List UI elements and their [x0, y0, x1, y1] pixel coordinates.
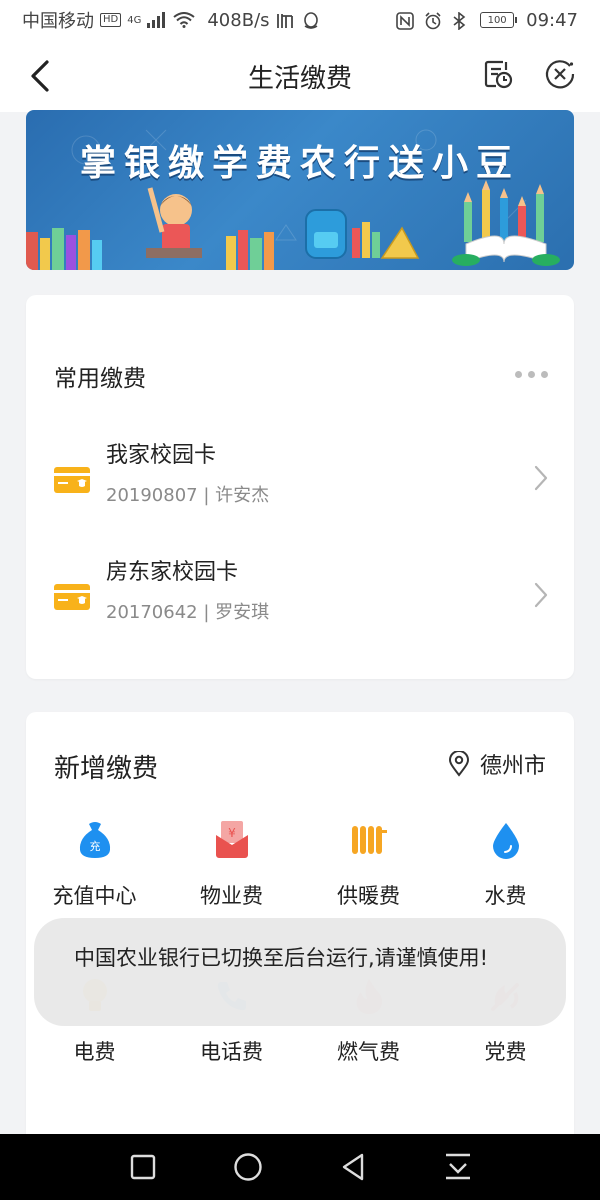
- bill-account: 20170642 | 罗安琪: [106, 602, 270, 623]
- city-name: 德州市: [479, 754, 546, 779]
- app-header: 生活缴费: [0, 40, 600, 112]
- grid-label: 物业费: [200, 884, 263, 908]
- grid-label: 供暖费: [337, 884, 400, 908]
- close-circle-icon: [545, 60, 575, 89]
- background-warning-toast: 中国农业银行已切换至后台运行,请谨慎使用!: [34, 918, 566, 1026]
- alarm-icon: [424, 12, 444, 30]
- promo-banner[interactable]: 掌银缴学费农行送小豆: [26, 110, 574, 270]
- square-icon: [130, 1154, 155, 1180]
- clock: 09:47: [526, 9, 578, 31]
- network-type: 4G: [127, 14, 142, 26]
- listen-icon: [276, 12, 296, 28]
- yen-sign: ¥: [228, 826, 236, 840]
- pull-down-icon: [445, 1153, 470, 1180]
- recharge-center-item[interactable]: 充 充值中心: [26, 820, 163, 910]
- water-drop-icon: [492, 823, 519, 859]
- banner-title: 掌银缴学费农行送小豆: [79, 143, 520, 184]
- system-nav-bar: [0, 1134, 600, 1200]
- bill-history-icon: [484, 60, 513, 89]
- common-bills-title: 常用缴费: [54, 366, 146, 392]
- grid-label: 电费: [73, 1040, 116, 1064]
- circle-icon: [233, 1153, 262, 1181]
- hd-badge: HD: [100, 13, 122, 27]
- qq-icon: [302, 12, 322, 29]
- location-pin-icon: [448, 751, 469, 777]
- chevron-right-icon: [534, 465, 548, 491]
- back-nav-button[interactable]: [333, 1147, 373, 1187]
- recharge-bag-icon: 充: [79, 822, 110, 858]
- recharge-char: 充: [89, 839, 100, 853]
- common-bill-row[interactable]: 我家校园卡 20190807 | 许安杰: [26, 425, 574, 535]
- bill-account: 20190807 | 许安杰: [106, 485, 270, 506]
- battery-icon: 100: [480, 12, 518, 28]
- grid-label: 水费: [484, 884, 527, 908]
- campus-card-icon: [54, 584, 90, 610]
- grid-label: 充值中心: [52, 884, 137, 908]
- grid-label: 党费: [484, 1040, 527, 1064]
- triangle-back-icon: [342, 1153, 363, 1181]
- carrier-name: 中国移动: [22, 11, 94, 32]
- common-bills-card: 常用缴费 我家校园卡 20190807 | 许安杰 房东家校园卡 2017064…: [26, 295, 574, 679]
- property-fee-icon: ¥: [215, 821, 248, 858]
- back-arrow-icon: [31, 60, 49, 92]
- battery-level: 100: [487, 14, 507, 26]
- property-fee-item[interactable]: ¥ 物业费: [163, 820, 300, 910]
- network-speed: 408B/s: [207, 9, 270, 31]
- grid-label: 燃气费: [337, 1040, 400, 1064]
- more-dot: [528, 371, 535, 378]
- more-button[interactable]: [515, 371, 548, 378]
- radiator-icon: [351, 826, 387, 854]
- recent-apps-button[interactable]: [123, 1147, 163, 1187]
- more-dot: [541, 371, 548, 378]
- campus-card-icon: [54, 467, 90, 493]
- close-button[interactable]: [542, 56, 578, 92]
- bluetooth-icon: [452, 11, 472, 31]
- signal-icon: [147, 12, 167, 28]
- bill-history-button[interactable]: [480, 56, 516, 92]
- status-bar: 中国移动 HD 4G 408B/s 100 09:47: [0, 0, 600, 40]
- home-button[interactable]: [228, 1147, 268, 1187]
- new-bills-title: 新增缴费: [54, 754, 159, 784]
- wifi-icon: [173, 12, 195, 28]
- chevron-right-icon: [534, 582, 548, 608]
- back-button[interactable]: [22, 58, 58, 94]
- water-fee-item[interactable]: 水费: [437, 820, 574, 910]
- bill-name: 房东家校园卡: [106, 560, 239, 585]
- grid-label: 电话费: [200, 1040, 263, 1064]
- page-title: 生活缴费: [247, 63, 352, 94]
- more-dot: [515, 371, 522, 378]
- notification-pull-button[interactable]: [438, 1147, 478, 1187]
- heating-fee-item[interactable]: 供暖费: [300, 820, 437, 910]
- city-selector[interactable]: 德州市: [448, 748, 546, 780]
- nfc-icon: [396, 12, 416, 30]
- common-bill-row[interactable]: 房东家校园卡 20170642 | 罗安琪: [26, 542, 574, 652]
- bill-name: 我家校园卡: [106, 443, 217, 468]
